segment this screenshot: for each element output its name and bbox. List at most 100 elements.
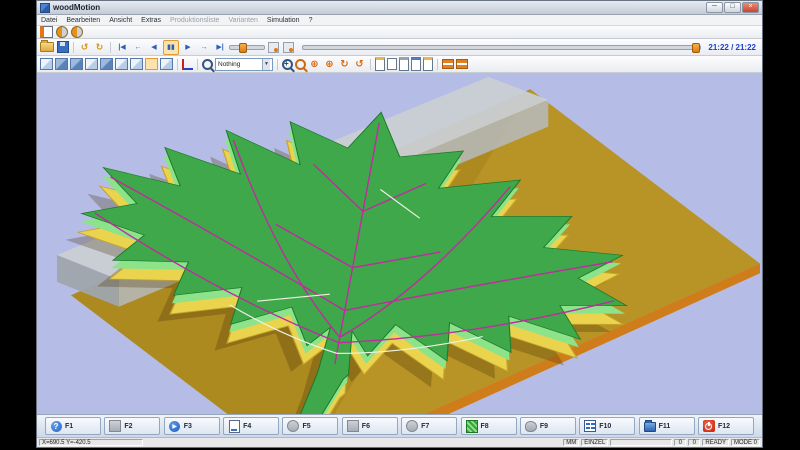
simulation-canvas[interactable] (37, 73, 762, 414)
open-button[interactable] (40, 40, 54, 53)
menu-help[interactable]: ? (309, 17, 313, 24)
power-icon (702, 420, 715, 432)
rotate-ccw-icon[interactable]: ↺ (353, 58, 366, 70)
simulation-progress-slider[interactable] (302, 42, 702, 53)
toolbar-view: Nothing ▼ ⊕ ⊕ ↻ ↺ (37, 56, 762, 73)
loop-forward-icon[interactable]: ↻ (93, 41, 106, 53)
f5-label: F5 (302, 422, 311, 430)
square-icon (346, 420, 359, 432)
fast-forward-button[interactable]: → (197, 41, 211, 54)
tool-changer-icon[interactable] (456, 59, 468, 69)
f11-button[interactable]: F11 (638, 417, 695, 435)
hatch-material-icon (465, 419, 478, 433)
f7-button[interactable]: F7 (401, 417, 458, 435)
menu-simulation[interactable]: Simulation (267, 17, 300, 24)
program-list-icon[interactable] (387, 58, 397, 70)
fast-back-button[interactable]: ← (131, 41, 145, 54)
measure-combobox-value: Nothing (218, 60, 241, 68)
pan-icon[interactable]: ⊕ (323, 58, 336, 70)
blob-icon (524, 420, 537, 432)
f11-label: F11 (658, 422, 671, 430)
unit-indicator: MM (563, 439, 580, 446)
titlebar: woodMotion ─ □ × (37, 1, 762, 15)
f10-label: F10 (599, 422, 612, 430)
view-top-icon[interactable] (100, 58, 113, 70)
f5-button[interactable]: F5 (282, 417, 339, 435)
frame-marker-icon[interactable] (267, 41, 280, 53)
play-circle-icon: ▶ (169, 420, 181, 432)
statusbar: X=690.5 Y=-420.5 MM EINZEL 0 0 READY MOD… (37, 437, 762, 447)
f9-button[interactable]: F9 (519, 417, 576, 435)
zoom-window-icon[interactable] (295, 58, 306, 70)
maximize-button[interactable]: □ (724, 2, 741, 13)
f4-button[interactable]: F4 (223, 417, 280, 435)
save-button[interactable] (56, 41, 69, 53)
f6-button[interactable]: F6 (341, 417, 398, 435)
export-icon[interactable] (423, 57, 433, 71)
close-button[interactable]: × (742, 2, 759, 13)
measure-combobox[interactable]: Nothing ▼ (215, 57, 273, 71)
frame-record-icon[interactable] (282, 41, 295, 53)
machine-state: READY (702, 439, 729, 446)
minimize-button[interactable]: ─ (706, 2, 723, 13)
skip-to-start-button[interactable]: |◀ (115, 41, 129, 54)
loop-back-icon[interactable]: ↺ (78, 41, 91, 53)
view-iso-2-icon[interactable] (55, 58, 68, 70)
coordinate-readout: X=690.5 Y=-420.5 (39, 439, 143, 446)
zoom-in-icon[interactable] (282, 58, 293, 70)
report-icon[interactable] (399, 57, 409, 71)
fixture-icon[interactable] (442, 59, 454, 69)
speed-slider[interactable] (229, 42, 265, 53)
view-wire-icon[interactable] (130, 58, 143, 70)
status-spare (610, 439, 673, 446)
simulation-run-icon[interactable] (70, 26, 83, 38)
pause-button[interactable]: ▮▮ (163, 39, 179, 55)
f10-button[interactable]: F10 (579, 417, 636, 435)
view-custom-icon[interactable] (160, 58, 173, 70)
single-mode-indicator: EINZEL (581, 439, 609, 446)
toolbar-transport: ↺ ↻ |◀ ← ◀ ▮▮ ▶ → ▶| 21:22 / 21:22 (37, 39, 762, 56)
f12-button[interactable]: F12 (697, 417, 754, 435)
menu-extras[interactable]: Extras (141, 17, 161, 24)
menu-varianten: Varianten (228, 16, 258, 24)
function-key-bar: ? F1 F2 ▶ F3 F4 F5 F6 F7 F8 F9 F10 F11 F… (37, 414, 762, 437)
f9-label: F9 (539, 422, 549, 430)
step-back-button[interactable]: ◀ (147, 41, 161, 54)
menu-ansicht[interactable]: Ansicht (109, 17, 132, 24)
f8-button[interactable]: F8 (460, 417, 517, 435)
new-list-icon[interactable] (375, 57, 385, 71)
mode-indicator: MODE 0 (730, 439, 760, 446)
circle-icon (287, 420, 300, 432)
program-icon[interactable] (40, 26, 53, 38)
view-side-icon[interactable] (85, 58, 98, 70)
window-title: woodMotion (53, 3, 101, 12)
f3-label: F3 (183, 422, 192, 430)
copy-icon[interactable] (411, 57, 421, 71)
f12-label: F12 (717, 422, 731, 430)
chevron-down-icon[interactable]: ▼ (262, 58, 270, 70)
f3-button[interactable]: ▶ F3 (163, 417, 220, 435)
view-front-icon[interactable] (70, 58, 83, 70)
f8-label: F8 (480, 422, 489, 430)
status-value-2: 0 (688, 439, 701, 446)
play-button[interactable]: ▶ (181, 41, 195, 54)
menu-produktionsliste: Produktionsliste (170, 16, 220, 24)
toolbar-main (37, 26, 762, 39)
view-perspective-icon[interactable] (145, 58, 158, 70)
f6-label: F6 (361, 422, 370, 430)
view-iso-1-icon[interactable] (40, 58, 53, 70)
view-back-icon[interactable] (115, 58, 128, 70)
zoom-fit-icon[interactable]: ⊕ (308, 58, 321, 70)
measure-icon[interactable] (202, 58, 213, 70)
f2-button[interactable]: F2 (104, 417, 161, 435)
skip-to-end-button[interactable]: ▶| (213, 41, 227, 54)
menu-datei[interactable]: Datei (41, 17, 57, 24)
axes-icon[interactable] (182, 58, 193, 70)
simulation-clock-icon[interactable] (55, 26, 68, 38)
viewport-3d[interactable] (37, 73, 762, 414)
menubar: Datei Bearbeiten Ansicht Extras Produkti… (37, 15, 762, 26)
f1-button[interactable]: ? F1 (45, 417, 101, 435)
circle-icon (406, 420, 419, 432)
menu-bearbeiten[interactable]: Bearbeiten (66, 17, 100, 24)
rotate-cw-icon[interactable]: ↻ (338, 58, 351, 70)
